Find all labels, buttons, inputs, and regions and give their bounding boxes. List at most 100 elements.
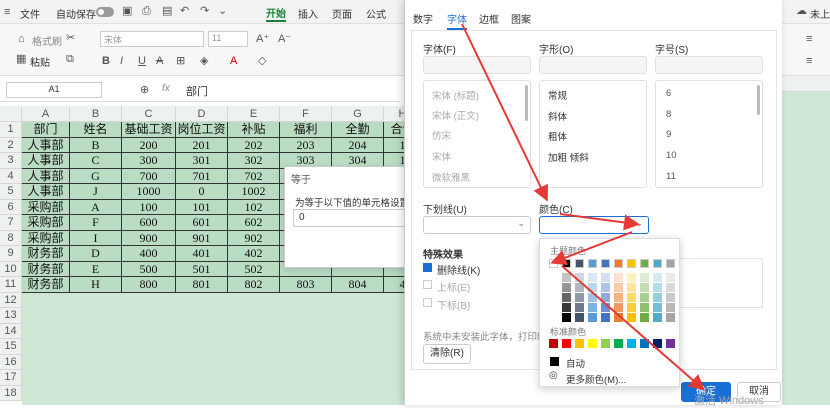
theme-shade-swatch[interactable]	[562, 283, 571, 292]
print-preview-icon[interactable]: ▤	[162, 4, 172, 18]
table-cell[interactable]: 0	[176, 184, 228, 200]
row-header[interactable]: 17	[0, 370, 22, 386]
table-cell[interactable]: 补贴	[228, 122, 280, 138]
copy-icon[interactable]: ⧉	[66, 52, 74, 66]
theme-shade-swatch[interactable]	[601, 273, 610, 282]
undo-icon[interactable]: ↶	[180, 4, 189, 18]
theme-shade-swatch[interactable]	[666, 273, 675, 282]
decrease-font-icon[interactable]: A⁻	[278, 32, 291, 46]
font-option[interactable]: 宋体 (标题)	[432, 88, 479, 102]
table-cell[interactable]: 基础工资	[122, 122, 176, 138]
theme-shade-swatch[interactable]	[627, 303, 636, 312]
tab-number[interactable]: 数字	[413, 11, 433, 26]
theme-shade-swatch[interactable]	[562, 293, 571, 302]
table-cell[interactable]: 700	[122, 168, 176, 184]
theme-shade-swatch[interactable]	[666, 283, 675, 292]
font-option[interactable]: 微软雅黑	[432, 170, 470, 184]
superscript-checkbox[interactable]	[423, 280, 432, 289]
theme-shade-swatch[interactable]	[588, 313, 597, 322]
table-cell[interactable]: 800	[122, 277, 176, 293]
row-header[interactable]: 12	[0, 292, 22, 308]
increase-font-icon[interactable]: A⁺	[256, 32, 269, 46]
row-header[interactable]: 6	[0, 199, 22, 215]
theme-shade-swatch[interactable]	[666, 303, 675, 312]
font-size-select[interactable]: 11	[208, 31, 248, 47]
menu-icon[interactable]: ≡	[4, 5, 10, 19]
column-header[interactable]: A	[22, 106, 70, 122]
theme-color-swatch[interactable]	[562, 259, 571, 268]
strikethrough-icon[interactable]: A	[156, 54, 163, 68]
select-all-corner[interactable]	[0, 106, 22, 122]
table-cell[interactable]: 岗位工资	[176, 122, 228, 138]
theme-shade-swatch[interactable]	[640, 303, 649, 312]
theme-color-swatch[interactable]	[627, 259, 636, 268]
theme-shade-swatch[interactable]	[640, 273, 649, 282]
table-cell[interactable]: 采购部	[22, 230, 70, 246]
theme-shade-swatch[interactable]	[640, 283, 649, 292]
size-option[interactable]: 8	[666, 109, 671, 120]
column-header[interactable]: G	[332, 106, 384, 122]
theme-shade-swatch[interactable]	[588, 293, 597, 302]
font-option[interactable]: 仿宋	[432, 128, 451, 142]
table-cell[interactable]: 802	[228, 277, 280, 293]
theme-color-swatch[interactable]	[614, 259, 623, 268]
theme-color-swatch[interactable]	[575, 259, 584, 268]
table-cell[interactable]: 400	[122, 246, 176, 262]
table-cell[interactable]: 201	[176, 137, 228, 153]
table-cell[interactable]: 采购部	[22, 215, 70, 231]
row-header[interactable]: 5	[0, 184, 22, 200]
table-cell[interactable]: 采购部	[22, 199, 70, 215]
table-cell[interactable]: 204	[332, 137, 384, 153]
table-cell[interactable]: 803	[280, 277, 332, 293]
theme-shade-swatch[interactable]	[614, 293, 623, 302]
theme-shade-swatch[interactable]	[562, 273, 571, 282]
theme-color-swatch[interactable]	[666, 259, 675, 268]
standard-color-swatch[interactable]	[601, 339, 610, 348]
table-cell[interactable]: 801	[176, 277, 228, 293]
row-header[interactable]: 18	[0, 385, 22, 401]
strikethrough-checkbox[interactable]	[423, 263, 432, 272]
tab-pattern[interactable]: 图案	[511, 11, 531, 26]
table-cell[interactable]: 702	[228, 168, 280, 184]
table-cell[interactable]: 部门	[22, 122, 70, 138]
font-option[interactable]: 宋体	[432, 149, 451, 163]
italic-icon[interactable]: I	[120, 54, 123, 68]
theme-shade-swatch[interactable]	[653, 313, 662, 322]
table-cell[interactable]: A	[70, 199, 122, 215]
fx-icon[interactable]: fx	[162, 83, 170, 94]
style-option[interactable]: 常规	[548, 88, 567, 102]
formula-content[interactable]: 部门	[186, 83, 208, 99]
theme-shade-swatch[interactable]	[627, 293, 636, 302]
theme-shade-swatch[interactable]	[666, 313, 675, 322]
theme-shade-swatch[interactable]	[562, 303, 571, 312]
color-select[interactable]: ⌄	[539, 216, 649, 234]
table-cell[interactable]: 101	[176, 199, 228, 215]
theme-shade-swatch[interactable]	[601, 283, 610, 292]
theme-shade-swatch[interactable]	[575, 303, 584, 312]
row-header[interactable]: 13	[0, 308, 22, 324]
theme-shade-swatch[interactable]	[588, 273, 597, 282]
table-cell[interactable]: B	[70, 137, 122, 153]
standard-color-swatch[interactable]	[627, 339, 636, 348]
table-cell[interactable]: C	[70, 153, 122, 169]
table-cell[interactable]: 1002	[228, 184, 280, 200]
row-header[interactable]: 10	[0, 261, 22, 277]
table-cell[interactable]: 901	[176, 230, 228, 246]
table-cell[interactable]: 1000	[122, 184, 176, 200]
tab-font[interactable]: 字体	[447, 11, 467, 30]
tab-border[interactable]: 边框	[479, 11, 499, 26]
table-cell[interactable]: 900	[122, 230, 176, 246]
row-header[interactable]: 3	[0, 153, 22, 169]
table-cell[interactable]: 200	[122, 137, 176, 153]
theme-color-swatch[interactable]	[640, 259, 649, 268]
style-option[interactable]: 粗体	[548, 129, 567, 143]
theme-shade-swatch[interactable]	[588, 283, 597, 292]
theme-color-swatch[interactable]	[588, 259, 597, 268]
table-cell[interactable]: J	[70, 184, 122, 200]
bold-icon[interactable]: B	[102, 54, 110, 68]
table-cell[interactable]: 福利	[280, 122, 332, 138]
size-list[interactable]: 6 8 9 10 11	[655, 80, 763, 188]
font-list-scrollbar[interactable]	[525, 85, 528, 121]
font-color-icon[interactable]: A	[230, 54, 237, 68]
clear-icon[interactable]: ◇	[258, 54, 266, 68]
